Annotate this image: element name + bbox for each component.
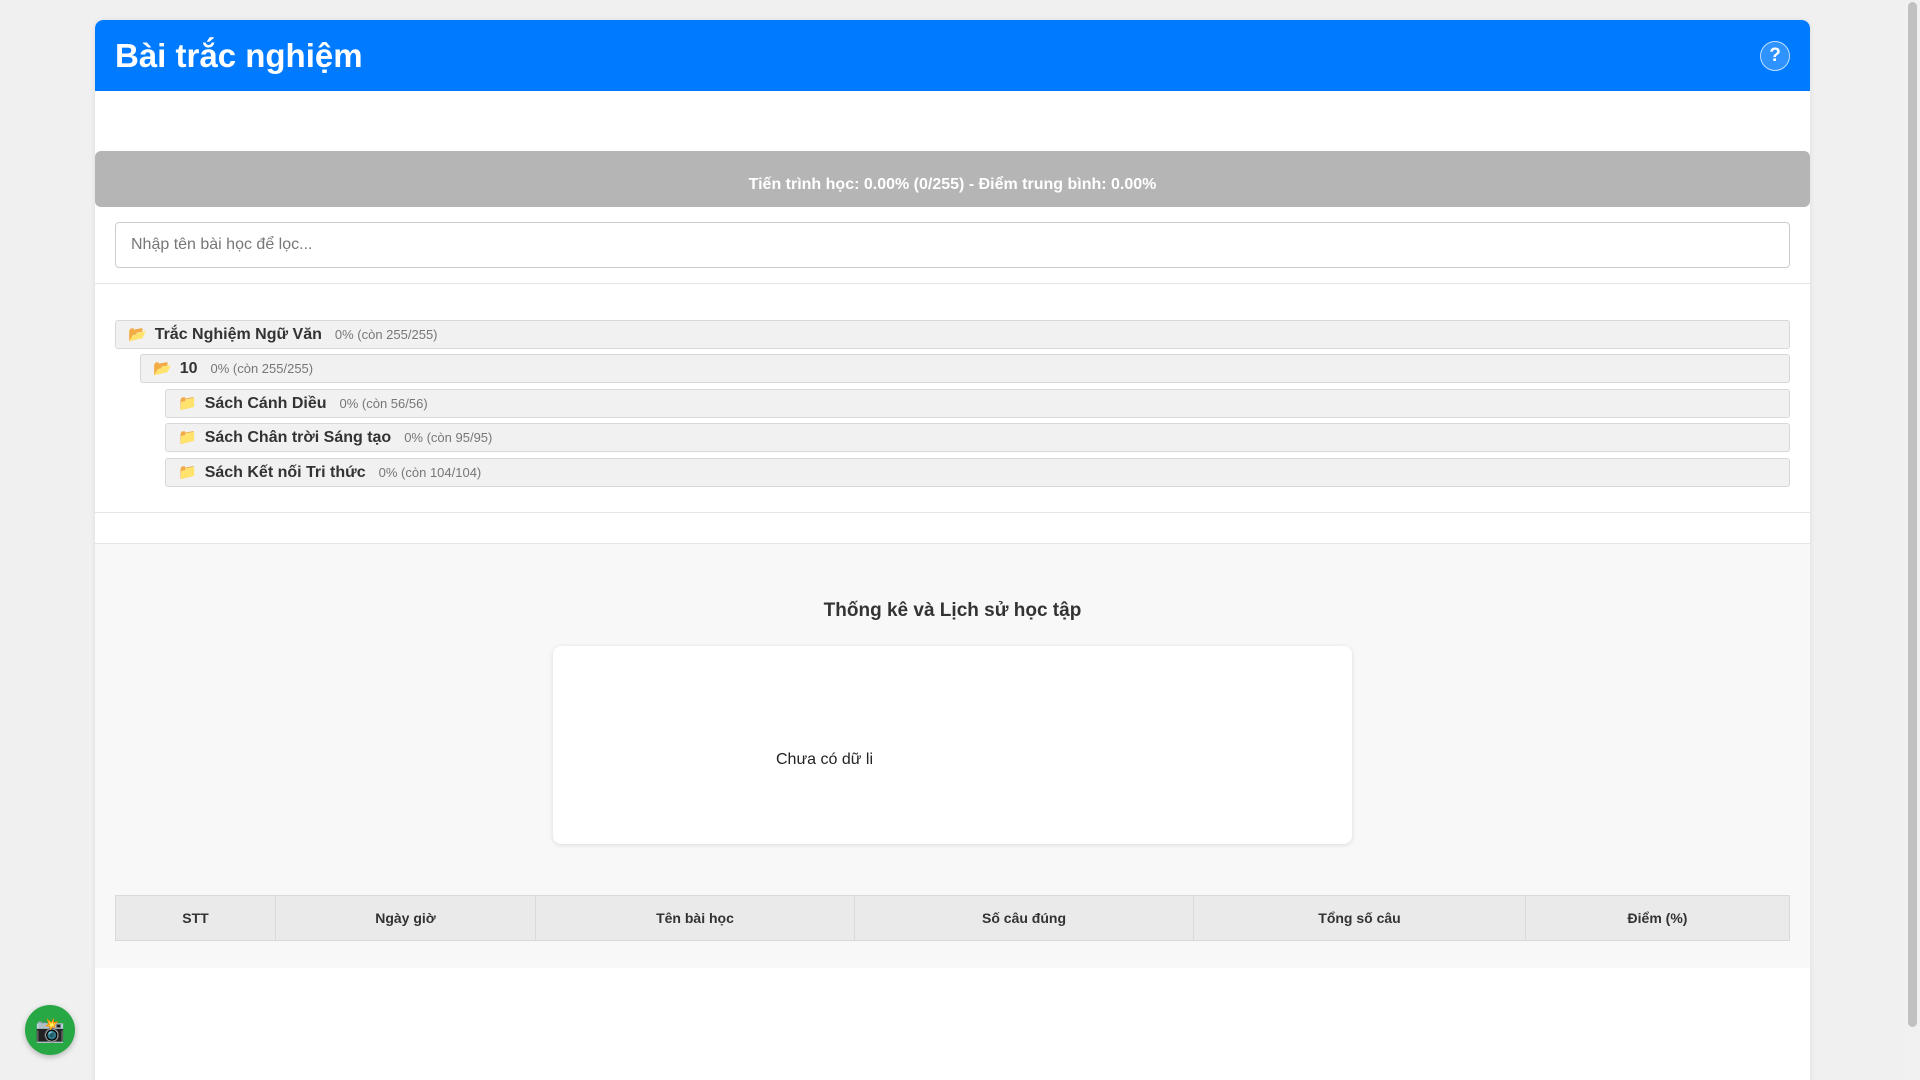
folder-icon: 📁 — [178, 464, 197, 481]
tree-item-name: Sách Cánh Diều — [204, 394, 327, 412]
tree-item-progress: 0% (còn 56/56) — [339, 396, 428, 411]
folder-open-icon: 📂 — [128, 326, 147, 343]
tree-item-name: Sách Chân trời Sáng tạo — [204, 428, 392, 446]
tree-item-name: Sách Kết nối Tri thức — [204, 463, 366, 481]
column-header-stt: STT — [115, 895, 276, 941]
stats-section: Thống kê và Lịch sử học tập Chưa có dữ l… — [95, 543, 1810, 968]
progress-text: Tiến trình học: 0.00% (0/255) - Điểm tru… — [748, 176, 1157, 193]
tree-item-progress: 0% (còn 95/95) — [404, 430, 493, 445]
tree-item-canh-dieu[interactable]: 📁 Sách Cánh Diều 0% (còn 56/56) — [165, 389, 1790, 418]
tree-item-progress: 0% (còn 104/104) — [378, 465, 482, 480]
tree-item-chan-troi-sang-tao[interactable]: 📁 Sách Chân trời Sáng tạo 0% (còn 95/95) — [165, 423, 1790, 452]
tree-item-ket-noi-tri-thuc[interactable]: 📁 Sách Kết nối Tri thức 0% (còn 104/104) — [165, 458, 1790, 487]
column-header-lesson-name: Tên bài học — [535, 895, 855, 941]
stats-chart: Chưa có dữ li — [553, 646, 1352, 844]
column-header-correct-count: Số câu đúng — [854, 895, 1194, 941]
page-title: Bài trắc nghiệm — [115, 36, 363, 74]
page-scrollbar[interactable] — [1905, 0, 1920, 1080]
screenshot-button[interactable]: 📸 — [25, 1005, 75, 1055]
tree-item-progress: 0% (còn 255/255) — [210, 361, 314, 376]
column-header-score: Điểm (%) — [1525, 895, 1790, 941]
tree-item-name: 10 — [179, 359, 198, 377]
tree-item-name: Trắc Nghiệm Ngữ Văn — [154, 325, 322, 343]
folder-icon: 📁 — [178, 395, 197, 412]
folder-open-icon: 📂 — [153, 360, 172, 377]
tree-item-grade-10[interactable]: 📂 10 0% (còn 255/255) — [140, 354, 1790, 383]
table-header-row: STT Ngày giờ Tên bài học Số câu đúng Tổn… — [115, 895, 1790, 941]
divider — [95, 512, 1810, 513]
column-header-total-questions: Tổng số câu — [1193, 895, 1526, 941]
camera-flash-icon: 📸 — [35, 1016, 65, 1044]
tree-item-progress: 0% (còn 255/255) — [334, 327, 438, 342]
folder-icon: 📁 — [178, 429, 197, 446]
history-table: STT Ngày giờ Tên bài học Số câu đúng Tổn… — [115, 895, 1790, 941]
scrollbar-thumb[interactable] — [1908, 2, 1917, 1027]
app-header: Bài trắc nghiệm ? — [95, 20, 1810, 91]
stats-title: Thống kê và Lịch sử học tập — [823, 600, 1082, 621]
column-header-datetime: Ngày giờ — [275, 895, 536, 941]
filter-wrap — [115, 222, 1790, 268]
page-card: Bài trắc nghiệm ? Tiến trình học: 0.00% … — [95, 20, 1810, 1080]
divider — [95, 283, 1810, 284]
progress-bar: Tiến trình học: 0.00% (0/255) - Điểm tru… — [95, 151, 1810, 207]
help-button[interactable]: ? — [1760, 40, 1790, 71]
chart-empty-message: Chưa có dữ li — [776, 751, 874, 768]
lesson-filter-input[interactable] — [115, 222, 1790, 268]
tree-item-ngu-van[interactable]: 📂 Trắc Nghiệm Ngữ Văn 0% (còn 255/255) — [115, 320, 1790, 349]
